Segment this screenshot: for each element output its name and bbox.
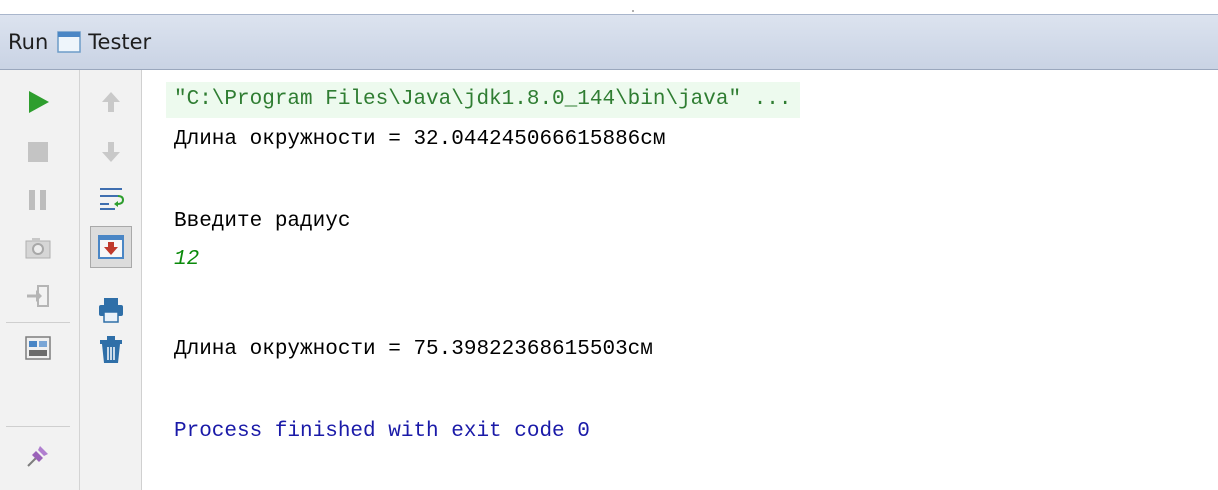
print-button[interactable] [93, 292, 129, 328]
pause-button[interactable] [20, 182, 56, 218]
scroll-to-end-button[interactable] [90, 226, 132, 268]
console-command-line: "C:\Program Files\Java\jdk1.8.0_144\bin\… [166, 82, 800, 118]
layout-button[interactable] [20, 330, 56, 366]
console-prompt-line: Введите радиус [174, 210, 351, 233]
stop-icon [28, 142, 48, 162]
run-toolbar-right [80, 70, 142, 490]
top-tick [632, 10, 634, 12]
rerun-button[interactable] [20, 84, 56, 120]
window-icon [56, 29, 82, 55]
console-exit-message: Process finished with exit code 0 [174, 420, 590, 443]
console-output-line: Длина окружности = 75.39822368615503см [174, 338, 653, 361]
top-strip [0, 0, 1218, 14]
trash-icon [100, 336, 122, 363]
console-output[interactable]: "C:\Program Files\Java\jdk1.8.0_144\bin\… [142, 70, 1218, 490]
dump-threads-button[interactable] [20, 230, 56, 266]
run-tool-window-header: Run Tester [0, 14, 1218, 70]
camera-icon [25, 238, 51, 259]
exit-icon [27, 285, 49, 307]
print-icon [99, 298, 123, 323]
pin-button[interactable] [20, 438, 56, 474]
soft-wrap-icon [100, 188, 125, 210]
console-user-input: 12 [174, 248, 200, 271]
stop-button[interactable] [20, 134, 56, 170]
soft-wrap-button[interactable] [93, 180, 129, 216]
tab-tester[interactable]: Tester [88, 30, 151, 54]
run-label: Run [8, 30, 49, 54]
play-icon [29, 91, 49, 113]
next-occurrence-button[interactable] [93, 134, 129, 170]
layout-icon [25, 336, 51, 360]
scroll-to-end-icon [98, 235, 124, 259]
run-toolbar-left [0, 70, 80, 490]
arrow-down-icon [102, 142, 120, 162]
clear-all-button[interactable] [93, 332, 129, 368]
console-output-line: Длина окружности = 32.044245066615886см [174, 128, 666, 151]
pin-icon [27, 446, 48, 467]
previous-occurrence-button[interactable] [93, 84, 129, 120]
exit-button[interactable] [20, 278, 56, 314]
pause-icon [29, 190, 46, 210]
toolbar-separator [6, 322, 70, 323]
toolbar-separator [6, 426, 70, 427]
arrow-up-icon [102, 92, 120, 112]
